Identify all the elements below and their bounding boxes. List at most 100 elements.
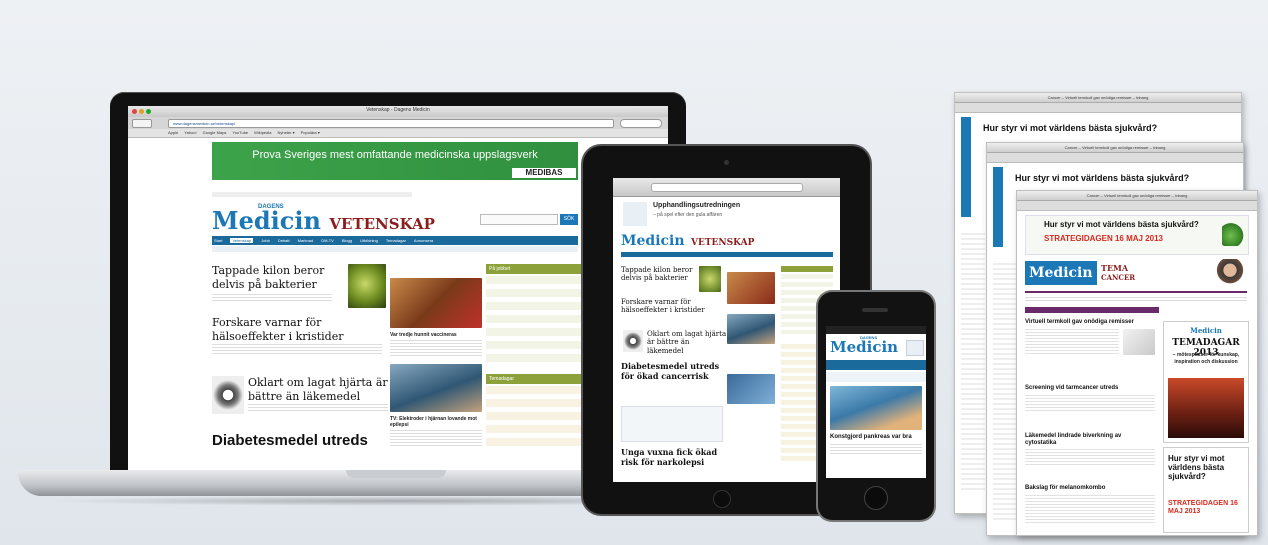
logo-small: DAGENS (860, 335, 878, 340)
article-headline[interactable]: Forskare varnar för hälsoeffekter i kris… (212, 316, 372, 344)
phone-subnav[interactable] (826, 372, 926, 382)
ad-image (623, 202, 647, 226)
photo-caption[interactable]: TV: Elektroder i hjärnan lovande mot epi… (390, 416, 482, 428)
phone-home-button[interactable] (864, 486, 888, 510)
leaf-icon (1222, 220, 1244, 246)
temadagar-ad[interactable]: Medicin TEMADAGAR 2013 – mötesplatser fö… (1163, 321, 1249, 443)
nav-item[interactable]: Marknad (298, 238, 314, 243)
nav-item[interactable]: Annonsera (414, 238, 433, 243)
phone-status-bar (826, 326, 926, 334)
article-photo[interactable] (390, 278, 482, 328)
tablet-site-logo[interactable]: Medicin VETENSKAP (621, 232, 754, 250)
bookmark-item[interactable]: YouTube (232, 130, 248, 135)
intro-text (1025, 297, 1247, 303)
article-photo[interactable] (727, 374, 775, 404)
tablet-sidebar-heading (781, 266, 833, 272)
article-photo[interactable] (390, 364, 482, 412)
article-illustration[interactable] (212, 376, 244, 414)
main-nav: Start Vetenskap Jobb Debatt Marknad DM-TV Blog… (212, 236, 578, 245)
article-illustration[interactable] (623, 330, 643, 352)
strategy-banner[interactable]: Hur styr vi mot världens bästa sjukvård?… (1025, 215, 1249, 255)
ad-banner[interactable]: Prova Sveriges mest omfattande medicinsk… (212, 142, 578, 180)
logo-section: VETENSKAP (691, 238, 755, 248)
article-headline[interactable]: Screening vid tarmcancer utreds (1025, 385, 1155, 391)
article-headline[interactable]: Forskare varnar för hälsoeffekter i kris… (621, 298, 721, 315)
article-headline[interactable]: Tappade kilon beror delvis på bakterier (212, 264, 352, 292)
nav-item[interactable]: Utbildning (360, 238, 378, 243)
nav-item[interactable]: Jobb (261, 238, 270, 243)
side-subtitle: – mötesplatser för kunskap, inspiration … (1172, 352, 1240, 365)
article-headline[interactable]: Virtuell termkoll gav onödiga remisser (1025, 319, 1155, 325)
article-headline[interactable]: Unga vuxna fick ökad risk för narkolepsi (621, 447, 731, 467)
logo-small: DAGENS (258, 204, 284, 210)
phone-hero-photo[interactable] (830, 386, 922, 430)
nav-item[interactable]: Temadagar (386, 238, 406, 243)
article-headline[interactable]: Diabetesmedel utreds (212, 432, 412, 449)
phone-headline[interactable]: Konstgjord pankreas var bra (830, 434, 922, 440)
caption-lede (390, 340, 482, 356)
phone-site-logo[interactable]: Medicin DAGENS (830, 335, 899, 357)
article-lede (248, 404, 388, 412)
zoom-icon[interactable] (146, 109, 151, 114)
search-field[interactable] (620, 119, 662, 128)
nav-item[interactable]: Debatt (278, 238, 290, 243)
site-logo[interactable]: Medicin DAGENS VETENSKAP (212, 204, 435, 235)
article-headline[interactable]: Diabetesmedel utreds för ökad cancerrisk (621, 361, 731, 381)
tablet-nav[interactable] (621, 252, 833, 257)
banner-text: Prova Sveriges mest omfattande medicinsk… (252, 149, 538, 161)
bookmark-item[interactable]: Populära ▾ (301, 130, 320, 135)
close-icon[interactable] (132, 109, 137, 114)
tablet-address-bar[interactable] (651, 183, 803, 192)
window-title: Cancer – Virtuell termkoll gav onödiga r… (1017, 191, 1257, 201)
article-photo[interactable] (348, 264, 386, 308)
ad-box[interactable] (621, 406, 723, 442)
article-text (961, 233, 985, 493)
article-photo[interactable] (727, 314, 775, 344)
article-photo[interactable] (699, 266, 721, 292)
bookmark-item[interactable]: Yahoo! (184, 130, 196, 135)
medibas-logo: MEDIBAS (512, 168, 576, 178)
bookmark-item[interactable]: Wikipedia (254, 130, 271, 135)
photo-caption[interactable]: Var tredje hunnit vaccineras (390, 332, 482, 338)
logo-tema: TEMA (1101, 263, 1129, 273)
bookmark-item[interactable]: Google Maps (203, 130, 227, 135)
minimize-icon[interactable] (139, 109, 144, 114)
phone-ad-thumb[interactable] (906, 340, 924, 356)
strategy-ad[interactable]: Hur styr vi mot världens bästa sjukvård?… (1163, 447, 1249, 533)
ad-headline[interactable]: Upphandlingsutredningen (653, 202, 833, 209)
article-headline[interactable]: Oklart om lagat hjärta är bättre än läke… (248, 376, 388, 404)
article-lede (1025, 449, 1155, 467)
laptop-notch (346, 470, 446, 478)
phone-nav[interactable] (826, 360, 926, 370)
side-logo: Medicin (1190, 326, 1222, 335)
site-search-input[interactable] (480, 214, 558, 225)
tablet-home-button[interactable] (713, 490, 731, 508)
article-headline[interactable]: Oklart om lagat hjärta är bättre än läke… (647, 330, 727, 355)
events-list[interactable] (486, 386, 581, 446)
article-headline[interactable]: Tappade kilon beror delvis på bakterier (621, 266, 701, 283)
bookmark-item[interactable]: Apple (168, 130, 178, 135)
divider (1025, 291, 1247, 293)
bookmark-item[interactable]: Nyheter ▾ (277, 130, 294, 135)
jobs-list[interactable] (486, 276, 581, 362)
address-bar[interactable]: www.dagensmedicin.se/vetenskap/ (168, 119, 614, 128)
logo-main: Medicin (1029, 265, 1093, 281)
nav-item[interactable]: Vetenskap (230, 238, 254, 243)
sub-nav (212, 246, 578, 252)
article-photo[interactable] (1123, 329, 1155, 355)
hero-question: Hur styr vi mot världens bästa sjukvård? (983, 123, 1158, 133)
nav-item[interactable]: DM-TV (321, 238, 334, 243)
article-headline[interactable]: Läkemedel lindrade biverkning av cytosta… (1025, 433, 1145, 447)
nav-item[interactable]: Start (214, 238, 222, 243)
author-photo (1215, 259, 1245, 291)
phone-screen: Medicin DAGENS Konstgjord pankreas var b… (826, 326, 926, 478)
back-forward-buttons[interactable] (132, 119, 152, 128)
article-headline[interactable]: Bakslag för melanomkombo (1025, 485, 1155, 491)
nav-item[interactable]: Blogg (342, 238, 352, 243)
site-search-button[interactable]: SÖK (560, 214, 578, 225)
email-window-front[interactable]: Cancer – Virtuell termkoll gav onödiga r… (1016, 190, 1258, 536)
side-date: STRATEGIDAGEN 16 MAJ 2013 (1168, 500, 1238, 516)
window-title: Cancer – Virtuell termkoll gav onödiga r… (987, 143, 1243, 153)
logo-main: Medicin (830, 338, 899, 356)
article-photo[interactable] (727, 272, 775, 304)
